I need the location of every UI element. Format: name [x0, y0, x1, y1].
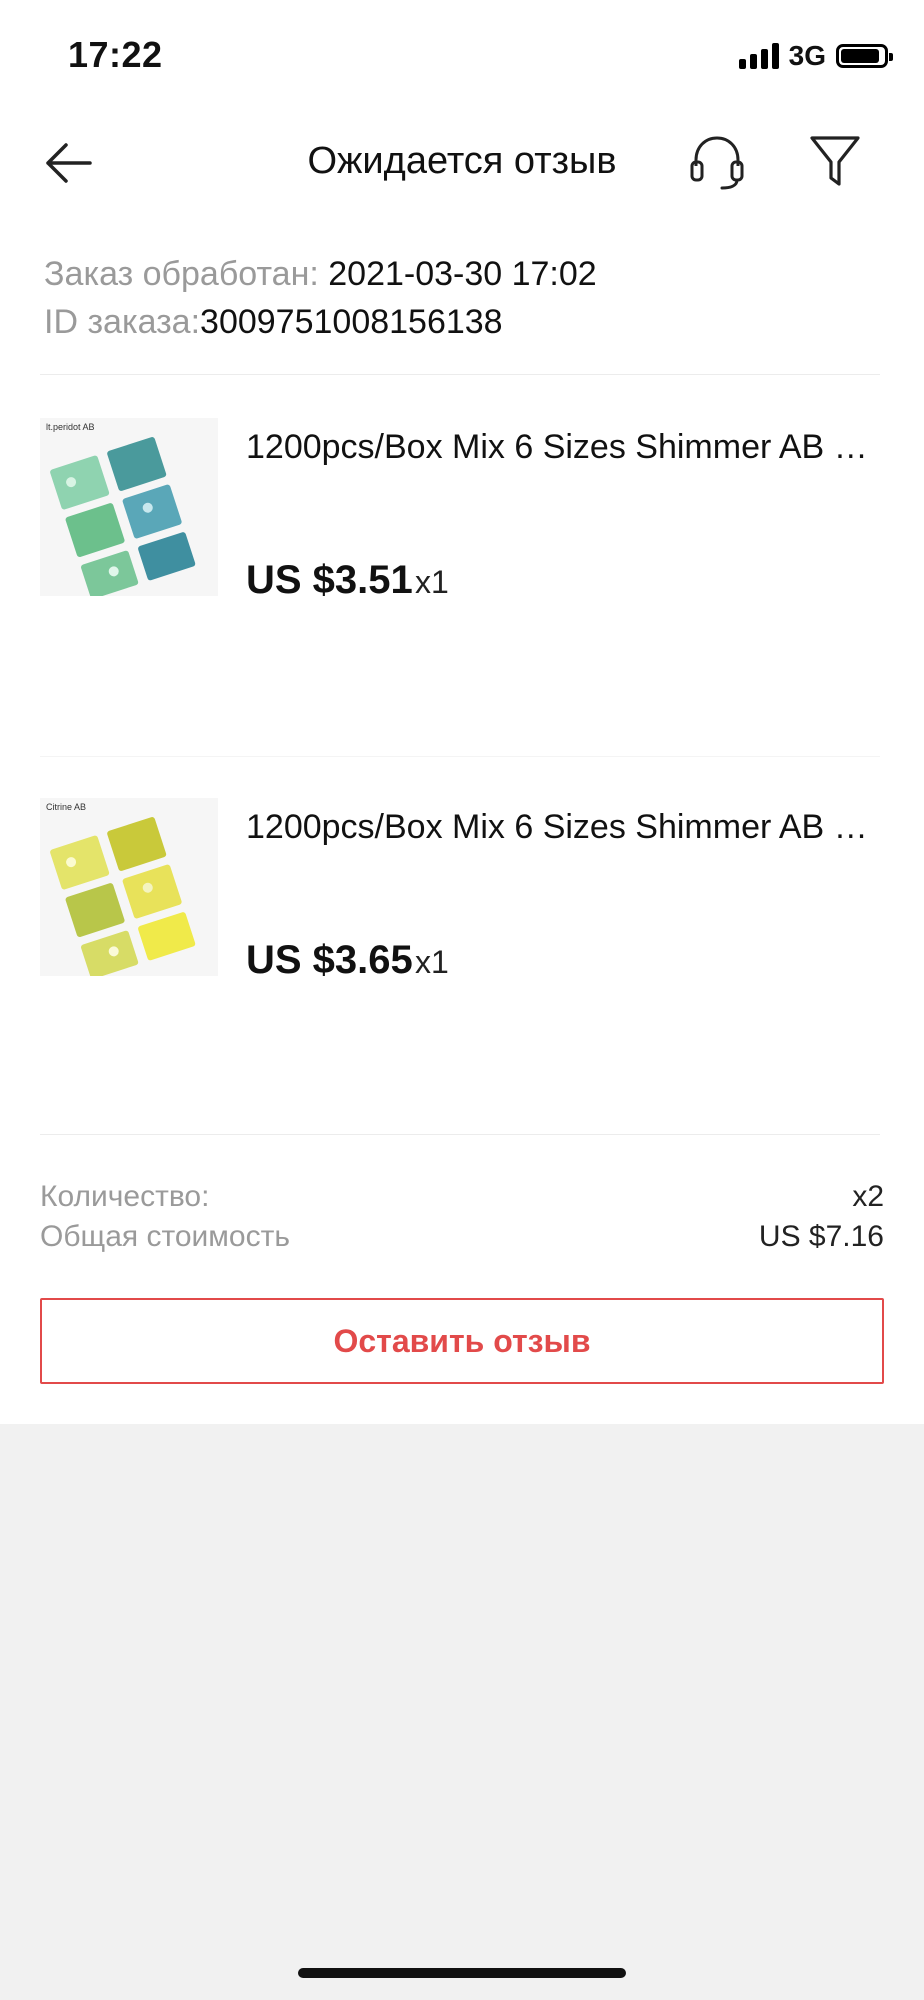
- order-review-screen: 17:22 3G Ожидается отзыв Заказ обработан…: [0, 0, 924, 2000]
- summary-quantity: Количество: x2: [40, 1180, 884, 1214]
- home-indicator[interactable]: [298, 1968, 626, 1978]
- product-quantity: x1: [415, 564, 449, 600]
- filter-funnel-icon: [810, 136, 860, 186]
- processed-value: 2021-03-30 17:02: [328, 255, 597, 293]
- rhinestone-box-image: [50, 437, 196, 596]
- order-item[interactable]: Citrine AB 1200pcs/Box Mix 6 Sizes Shimm…: [40, 798, 884, 1018]
- quantity-value: x2: [852, 1180, 884, 1213]
- divider: [40, 756, 880, 757]
- signal-icon: [738, 43, 779, 69]
- status-indicators: 3G: [738, 40, 893, 72]
- battery-icon: [836, 44, 893, 68]
- order-card: 17:22 3G Ожидается отзыв Заказ обработан…: [0, 0, 924, 1424]
- variant-label: Citrine AB: [46, 802, 87, 812]
- quantity-label: Количество:: [40, 1180, 210, 1213]
- product-quantity: x1: [415, 944, 449, 980]
- order-id-value: 3009751008156138: [200, 303, 503, 341]
- total-label: Общая стоимость: [40, 1220, 290, 1253]
- headset-support-icon: [690, 136, 744, 190]
- support-button[interactable]: [686, 130, 748, 192]
- variant-label: lt.peridot AB: [46, 422, 95, 432]
- processed-label: Заказ обработан:: [44, 255, 329, 293]
- product-title[interactable]: 1200pcs/Box Mix 6 Sizes Shimmer AB Glass…: [246, 428, 882, 467]
- filter-button[interactable]: [808, 132, 862, 192]
- order-meta: Заказ обработан: 2021-03-30 17:02 ID зак…: [44, 250, 597, 346]
- rhinestone-box-image: [50, 817, 196, 976]
- processed-row: Заказ обработан: 2021-03-30 17:02: [44, 250, 597, 298]
- leave-review-button[interactable]: Оставить отзыв: [40, 1298, 884, 1384]
- product-image[interactable]: Citrine AB: [40, 798, 218, 976]
- summary-total: Общая стоимость US $7.16: [40, 1220, 884, 1254]
- battery-fill: [841, 49, 879, 63]
- network-label: 3G: [788, 40, 826, 71]
- product-price: US $3.65: [246, 938, 413, 982]
- product-price: US $3.51: [246, 558, 413, 602]
- order-id-label: ID заказа:: [44, 303, 201, 341]
- product-image[interactable]: lt.peridot AB: [40, 418, 218, 596]
- order-id-row: ID заказа:3009751008156138: [44, 298, 597, 346]
- total-value: US $7.16: [758, 1220, 884, 1253]
- status-time: 17:22: [68, 34, 163, 75]
- page-title: Ожидается отзыв: [307, 140, 617, 182]
- product-title[interactable]: 1200pcs/Box Mix 6 Sizes Shimmer AB Glass…: [246, 808, 882, 847]
- divider: [40, 374, 880, 375]
- order-item[interactable]: lt.peridot AB 1200pcs/Box Mix 6 Sizes Sh…: [40, 418, 884, 638]
- divider: [40, 1134, 880, 1135]
